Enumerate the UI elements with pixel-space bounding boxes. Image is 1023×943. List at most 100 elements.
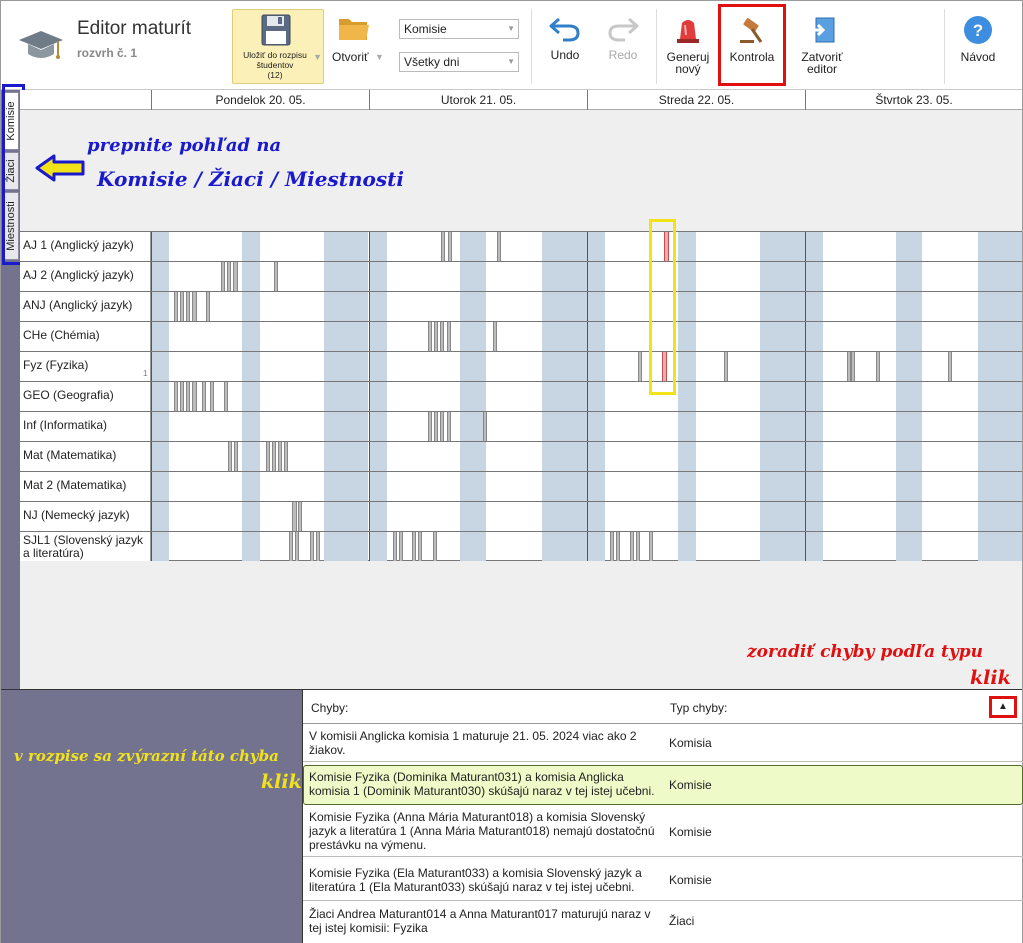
close-editor-button[interactable]: Zatvoriť editor [793,9,851,84]
exam-slot[interactable] [180,292,184,321]
exam-slot[interactable] [233,262,238,291]
exam-slot[interactable] [948,352,952,381]
exam-slot[interactable] [227,262,231,291]
exam-slot[interactable] [266,442,270,471]
error-row-selected[interactable]: Komisie Fyzika (Dominika Maturant031) a … [303,765,1023,805]
exam-slot[interactable] [310,532,314,561]
undo-button[interactable]: Undo [543,9,587,84]
exam-slot[interactable] [876,352,880,381]
redo-button[interactable]: Redo [601,9,645,84]
conflict-highlight [649,219,676,395]
exam-slot[interactable] [202,382,206,411]
exam-slot[interactable] [224,382,228,411]
exam-slot[interactable] [228,442,232,471]
exam-slot[interactable] [180,382,184,411]
exam-slot[interactable] [295,532,299,561]
day-header-tue: Utorok 21. 05. [369,90,587,110]
open-button[interactable]: Otvoriť ▼ [331,9,387,84]
time-band [587,442,605,471]
committee-row: Fyz (Fyzika) 1 [20,351,1022,381]
time-band [760,262,805,291]
committee-label: Mat 2 (Matematika) [20,472,151,501]
time-band [978,352,1022,381]
exam-slot[interactable] [192,382,197,411]
exam-slot[interactable] [274,262,278,291]
open-dropdown-icon[interactable]: ▼ [375,52,384,62]
error-row[interactable]: Komisie Fyzika (Anna Mária Maturant018) … [303,808,1023,857]
exam-slot[interactable] [497,232,501,261]
exam-slot[interactable] [316,532,320,561]
exam-slot[interactable] [610,532,614,561]
exam-slot[interactable] [278,442,282,471]
exam-slot[interactable] [447,412,451,441]
view-select[interactable]: Komisie ▼ [399,19,519,39]
exam-slot[interactable] [210,382,214,411]
save-dropdown-icon[interactable]: ▼ [313,52,322,62]
time-band [324,322,368,351]
exam-slot[interactable] [649,532,653,561]
days-select[interactable]: Všetky dni ▼ [399,52,519,72]
exam-slot[interactable] [483,412,487,441]
exam-slot[interactable] [434,412,438,441]
exam-slot[interactable] [440,322,444,351]
exam-slot[interactable] [221,262,225,291]
redo-label: Redo [608,48,638,62]
exam-slot[interactable] [298,502,302,531]
day-divider [805,442,806,471]
time-band [896,412,922,441]
error-message: Komisie Fyzika (Dominika Maturant031) a … [309,770,655,798]
exam-slot[interactable] [428,412,432,441]
exam-slot[interactable] [428,322,432,351]
exam-slot[interactable] [493,322,497,351]
time-band [151,532,169,561]
save-count: (12) [267,70,283,80]
exam-slot[interactable] [448,232,452,261]
exam-slot[interactable] [174,382,178,411]
day-divider [587,532,588,561]
exam-slot[interactable] [186,382,190,411]
error-row[interactable]: V komisii Anglicka komisia 1 maturuje 21… [303,725,1023,762]
exam-slot[interactable] [393,532,397,561]
save-to-schedule-button[interactable]: Uložiť do rozpisu študentov (12) ▼ [232,9,324,84]
exam-slot[interactable] [441,232,445,261]
exam-slot[interactable] [638,352,642,381]
time-band [369,292,387,321]
error-row[interactable]: Komisie Fyzika (Ela Maturant033) a komis… [303,857,1023,901]
exam-slot[interactable] [447,322,451,351]
toolbar-divider [531,9,532,84]
generate-new-button[interactable]: Generuj nový [666,9,710,84]
exam-slot[interactable] [434,322,438,351]
time-band [678,292,696,321]
exam-slot[interactable] [412,532,416,561]
exam-slot[interactable] [399,532,403,561]
exam-slot[interactable] [630,532,634,561]
exam-slot[interactable] [234,442,238,471]
exam-slot[interactable] [272,442,276,471]
exam-slot[interactable] [289,532,293,561]
exam-slot[interactable] [724,352,728,381]
exam-slot[interactable] [284,442,288,471]
exam-slot[interactable] [433,532,437,561]
exam-slot[interactable] [636,532,640,561]
error-row[interactable]: Žiaci Andrea Maturant014 a Anna Maturant… [303,901,1023,943]
exam-slot[interactable] [174,292,178,321]
exit-door-icon [809,17,835,43]
time-band [978,442,1022,471]
exam-slot[interactable] [206,292,210,321]
help-button[interactable]: ? Návod [955,9,1001,84]
time-band [324,442,368,471]
exam-slot[interactable] [418,532,422,561]
exam-slot[interactable] [186,292,190,321]
time-band [242,382,260,411]
time-band [151,352,169,381]
exam-slot[interactable] [616,532,620,561]
exam-slot[interactable] [851,352,855,381]
time-band [760,292,805,321]
exam-slot[interactable] [292,502,297,531]
save-label-line1: Uložiť do rozpisu [243,50,307,60]
day-divider [805,262,806,291]
exam-slot[interactable] [440,412,444,441]
exam-slot[interactable] [192,292,197,321]
time-band [460,502,486,531]
sort-by-type-button[interactable]: ▲ [989,696,1017,718]
